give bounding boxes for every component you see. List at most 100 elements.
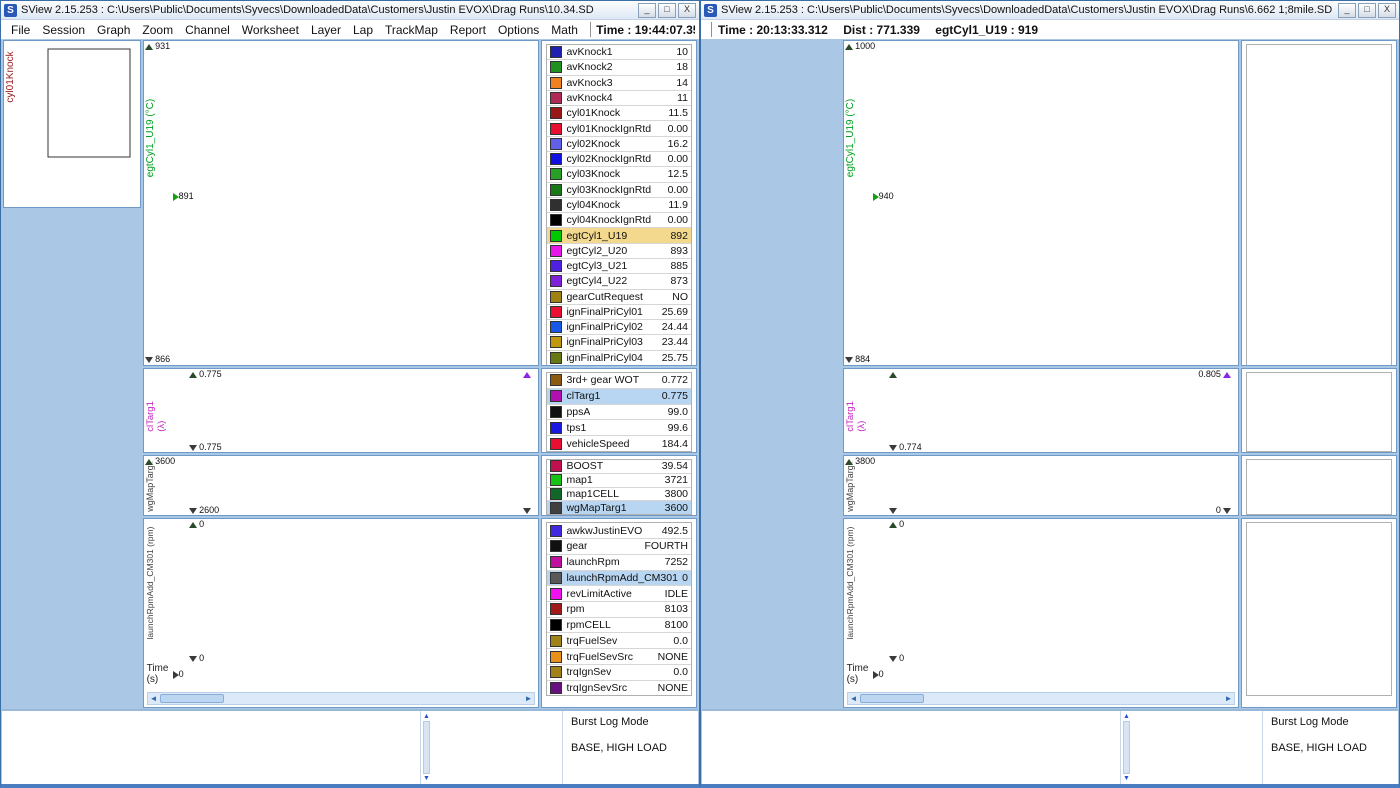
scrollbar-thumb[interactable] [160, 694, 224, 703]
legend-row[interactable]: map13721 [547, 474, 691, 488]
legend-row[interactable]: avKnock110 [547, 45, 691, 60]
legend-row[interactable]: egtCyl2_U20893 [547, 244, 691, 259]
menu-channel[interactable]: Channel [185, 23, 230, 37]
menu-graph[interactable]: Graph [97, 23, 130, 37]
legend-row[interactable]: egtCyl4_U22873 [547, 274, 691, 289]
knock-scatter-chart[interactable] [4, 41, 138, 202]
trqIgnSevSrc-color-swatch [550, 682, 562, 694]
channel-value: 14 [673, 77, 688, 89]
legend-row[interactable]: clTarg10.775 [547, 389, 691, 405]
scroll-down-icon[interactable]: ▼ [1123, 775, 1130, 782]
menu-report[interactable]: Report [450, 23, 486, 37]
legend-row[interactable]: 3rd+ gear WOT0.772 [547, 373, 691, 389]
boost-bottom-marker [888, 505, 898, 515]
boost-chart-panel[interactable]: wgMapTarg1 3600 3416 2600 [143, 455, 540, 516]
scrollbar-track[interactable] [160, 693, 523, 704]
legend-row[interactable]: ignFinalPriCyl0224.44 [547, 320, 691, 335]
rpm-chart-panel[interactable]: launchRpmAdd_CM301 (rpm) 0 0 0 Time(s) ◄… [143, 518, 540, 708]
rpm-chart[interactable] [144, 519, 444, 669]
channel-info-scrollbar[interactable]: ▲▼ [1122, 713, 1131, 782]
menu-trackmap[interactable]: TrackMap [385, 23, 438, 37]
legend-row[interactable]: avKnock411 [547, 91, 691, 106]
menu-session[interactable]: Session [42, 23, 85, 37]
lambda-chart[interactable] [844, 369, 1144, 453]
legend-row[interactable]: map1CELL3800 [547, 488, 691, 502]
scroll-up-icon[interactable]: ▲ [423, 713, 430, 720]
egt-chart[interactable] [844, 41, 1144, 191]
menu-math[interactable]: Math [551, 23, 578, 37]
legend-row[interactable]: cyl04Knock11.9 [547, 198, 691, 213]
lambda-chart[interactable] [144, 369, 444, 453]
legend-row[interactable]: rpm8103 [547, 602, 691, 618]
legend-row[interactable]: trqIgnSev0.0 [547, 665, 691, 681]
legend-row[interactable]: egtCyl3_U21885 [547, 259, 691, 274]
legend-row[interactable]: avKnock218 [547, 60, 691, 75]
legend-row[interactable]: trqIgnSevSrcNONE [547, 681, 691, 696]
scrollbar-track[interactable] [860, 693, 1223, 704]
close-button[interactable]: X [1378, 3, 1396, 18]
egtCyl2_U20-color-swatch [550, 245, 562, 257]
maximize-button[interactable]: □ [1358, 3, 1376, 18]
legend-row[interactable]: cyl02KnockIgnRtd0.00 [547, 152, 691, 167]
legend-row[interactable]: cyl03Knock12.5 [547, 167, 691, 182]
legend-row[interactable]: launchRpmAdd_CM3010 [547, 571, 691, 587]
rpm-chart-panel[interactable]: launchRpmAdd_CM301 (rpm) 0 0 0 Time(s) ◄… [843, 518, 1240, 708]
legend-row[interactable]: trqFuelSev0.0 [547, 633, 691, 649]
legend-row[interactable]: trqFuelSevSrcNONE [547, 649, 691, 665]
knock-scatter-panel[interactable]: cyl01Knock [3, 40, 141, 208]
time-scrollbar[interactable]: ◄ ► [147, 692, 536, 705]
scroll-up-icon[interactable]: ▲ [1123, 713, 1130, 720]
lambda-chart-panel[interactable]: clTarg1 (λ) 0.775 0.775 0.775 [143, 368, 540, 453]
egt-chart[interactable] [144, 41, 444, 191]
legend-row[interactable]: gearFOURTH [547, 539, 691, 555]
legend-row[interactable]: cyl02Knock16.2 [547, 137, 691, 152]
legend-row[interactable]: gearCutRequestNO [547, 290, 691, 305]
legend-row[interactable]: tps199.6 [547, 420, 691, 436]
legend-row[interactable]: vehicleSpeed184.4 [547, 436, 691, 451]
legend-row[interactable]: avKnock314 [547, 76, 691, 91]
scroll-left-icon[interactable]: ◄ [148, 693, 160, 704]
menu-layer[interactable]: Layer [311, 23, 341, 37]
menu-file[interactable]: File [11, 23, 30, 37]
time-scrollbar[interactable]: ◄ ► [847, 692, 1236, 705]
legend-row[interactable]: cyl01KnockIgnRtd0.00 [547, 121, 691, 136]
rpm-chart[interactable] [844, 519, 1144, 669]
legend-row[interactable]: ignFinalPriCyl0425.75 [547, 351, 691, 365]
legend-row[interactable]: awkwJustinEVO492.5 [547, 523, 691, 539]
boost-chart-panel[interactable]: wgMapTarg1 3800 3495 0 [843, 455, 1240, 516]
legend-row[interactable]: ppsA99.0 [547, 405, 691, 421]
scroll-track[interactable] [1123, 721, 1130, 774]
title-bar[interactable]: S SView 2.15.253 : C:\Users\Public\Docum… [1, 1, 699, 20]
scroll-right-icon[interactable]: ► [1222, 693, 1234, 704]
scroll-track[interactable] [423, 721, 430, 774]
menu-options[interactable]: Options [498, 23, 539, 37]
legend-row[interactable]: ignFinalPriCyl0125.69 [547, 305, 691, 320]
menu-worksheet[interactable]: Worksheet [242, 23, 299, 37]
legend-row[interactable]: launchRpm7252 [547, 555, 691, 571]
legend-row[interactable]: cyl01Knock11.5 [547, 106, 691, 121]
egt-chart-panel[interactable]: egtCyl1_U19 (°C) 1000 940 884 [843, 40, 1240, 366]
legend-row[interactable]: egtCyl1_U19892 [547, 228, 691, 243]
scroll-down-icon[interactable]: ▼ [423, 775, 430, 782]
lambda-chart-panel[interactable]: clTarg1 (λ) 0.805 0.775 0.774 [843, 368, 1240, 453]
legend-row[interactable]: rpmCELL8100 [547, 618, 691, 634]
scrollbar-thumb[interactable] [860, 694, 924, 703]
legend-row[interactable]: BOOST39.54 [547, 460, 691, 474]
down-triangle-icon [189, 508, 197, 514]
scroll-right-icon[interactable]: ► [522, 693, 534, 704]
scroll-left-icon[interactable]: ◄ [848, 693, 860, 704]
menu-lap[interactable]: Lap [353, 23, 373, 37]
minimize-button[interactable]: _ [638, 3, 656, 18]
title-bar[interactable]: S SView 2.15.253 : C:\Users\Public\Docum… [701, 1, 1399, 20]
legend-row[interactable]: wgMapTarg13600 [547, 501, 691, 514]
legend-row[interactable]: revLimitActiveIDLE [547, 586, 691, 602]
channel-info-scrollbar[interactable]: ▲▼ [422, 713, 431, 782]
legend-row[interactable]: cyl03KnockIgnRtd0.00 [547, 183, 691, 198]
menu-zoom[interactable]: Zoom [142, 23, 173, 37]
maximize-button[interactable]: □ [658, 3, 676, 18]
legend-row[interactable]: ignFinalPriCyl0323.44 [547, 335, 691, 350]
legend-row[interactable]: cyl04KnockIgnRtd0.00 [547, 213, 691, 228]
egt-chart-panel[interactable]: egtCyl1_U19 (°C) 931 891 866 [143, 40, 540, 366]
minimize-button[interactable]: _ [1338, 3, 1356, 18]
close-button[interactable]: X [678, 3, 696, 18]
